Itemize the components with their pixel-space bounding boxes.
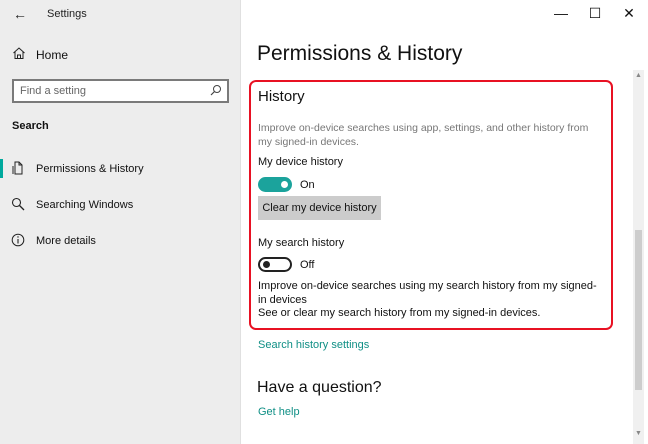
search-history-settings-link[interactable]: Search history settings xyxy=(258,339,369,351)
home-icon xyxy=(13,47,25,59)
sidebar-item-label: Searching Windows xyxy=(36,199,134,211)
search-history-label: My search history xyxy=(258,237,345,249)
sidebar-section-label: Search xyxy=(12,120,49,132)
sidebar: ← Settings Home Search Permissions & His… xyxy=(0,0,241,444)
search-history-description: Improve on-device searches using my sear… xyxy=(258,280,597,306)
permissions-icon xyxy=(12,161,23,175)
toggle-knob xyxy=(263,261,270,268)
device-history-toggle[interactable] xyxy=(258,177,292,192)
close-button[interactable]: ✕ xyxy=(620,4,638,22)
back-button[interactable]: ← xyxy=(10,5,30,23)
sidebar-item-searching-windows[interactable]: Searching Windows xyxy=(0,192,241,218)
scroll-up-arrow-icon[interactable]: ▲ xyxy=(633,70,644,82)
info-icon xyxy=(11,233,25,247)
sidebar-item-home[interactable]: Home xyxy=(0,44,241,68)
page-title: Permissions & History xyxy=(257,42,463,65)
sidebar-item-label: Permissions & History xyxy=(36,163,144,175)
get-help-link[interactable]: Get help xyxy=(258,406,300,418)
sidebar-item-label: More details xyxy=(36,235,96,247)
minimize-button[interactable]: — xyxy=(552,4,570,22)
history-description: Improve on-device searches using app, se… xyxy=(258,122,589,148)
sidebar-item-more-details[interactable]: More details xyxy=(0,228,241,254)
scroll-down-arrow-icon[interactable]: ▼ xyxy=(633,428,644,440)
find-setting-search-box[interactable] xyxy=(12,79,229,103)
history-heading: History xyxy=(258,88,305,105)
scrollbar-thumb[interactable] xyxy=(635,230,642,390)
search-icon[interactable] xyxy=(210,84,222,96)
sidebar-item-label: Home xyxy=(36,48,69,62)
search-history-toggle[interactable] xyxy=(258,257,292,272)
app-title: Settings xyxy=(47,8,87,20)
clear-device-history-button[interactable]: Clear my device history xyxy=(258,196,381,220)
search-icon xyxy=(11,197,25,211)
search-history-state: Off xyxy=(300,259,315,271)
find-setting-input[interactable] xyxy=(20,83,200,99)
sidebar-item-permissions-history[interactable]: Permissions & History xyxy=(0,156,241,182)
device-history-state: On xyxy=(300,179,315,191)
device-history-label: My device history xyxy=(258,156,343,168)
search-history-see-clear-text: See or clear my search history from my s… xyxy=(258,307,541,319)
toggle-knob xyxy=(281,181,288,188)
maximize-button[interactable]: ☐ xyxy=(586,4,604,22)
have-a-question-heading: Have a question? xyxy=(257,379,382,396)
active-indicator xyxy=(0,159,3,178)
